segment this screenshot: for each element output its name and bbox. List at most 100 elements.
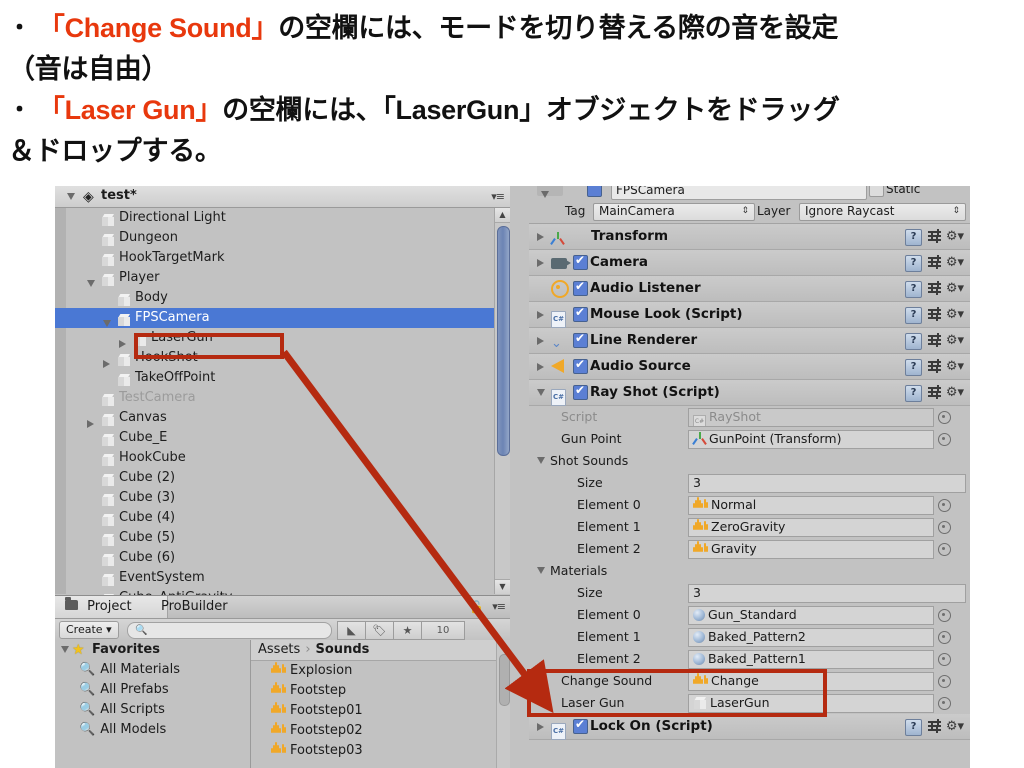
scroll-up-button[interactable]: ▲ [495, 208, 510, 223]
array-foldout-icon[interactable] [537, 457, 545, 464]
scene-foldout-icon[interactable] [67, 193, 75, 200]
filter-by-label-icon[interactable]: 🏷 [366, 621, 394, 640]
array-foldout-icon[interactable] [537, 567, 545, 574]
create-button[interactable]: Create ▾ [59, 621, 119, 639]
scrollbar-thumb[interactable] [497, 226, 510, 456]
object-field-element-2[interactable]: Gravity [688, 540, 934, 559]
layer-dropdown[interactable]: Ignore Raycast ⇕ [799, 203, 966, 221]
gear-icon[interactable]: ⚙▾ [946, 333, 964, 348]
hierarchy-scene-header[interactable]: ◈ test* ▾≡ [55, 186, 510, 208]
component-header-line-renderer[interactable]: ⌄ Line Renderer? ⚙▾ [529, 328, 970, 354]
preset-icon[interactable] [928, 385, 943, 400]
breadcrumb[interactable]: Assets › Sounds [251, 640, 510, 661]
object-picker-icon[interactable] [938, 433, 951, 446]
size-input[interactable]: 3 [688, 584, 966, 603]
foldout-open-icon[interactable] [103, 320, 111, 327]
component-foldout-closed-icon[interactable] [537, 723, 544, 731]
gear-icon[interactable]: ⚙▾ [946, 359, 964, 374]
component-header-audio-source[interactable]: Audio Source? ⚙▾ [529, 354, 970, 380]
component-enabled-checkbox[interactable] [573, 253, 588, 270]
component-enabled-checkbox[interactable] [573, 279, 588, 296]
hierarchy-item-body[interactable]: Body [55, 288, 510, 308]
preset-icon[interactable] [928, 255, 943, 270]
favorite-all-scripts[interactable]: 🔍 All Scripts [55, 700, 250, 720]
component-foldout-closed-icon[interactable] [537, 311, 544, 319]
object-field-script[interactable]: C# RayShot [688, 408, 934, 427]
breadcrumb-root[interactable]: Assets [258, 642, 300, 657]
preset-icon[interactable] [928, 333, 943, 348]
hierarchy-item-lasergun[interactable]: LaserGun [55, 328, 510, 348]
filter-by-type-icon[interactable]: ◣ [337, 621, 366, 640]
foldout-closed-icon[interactable] [119, 340, 126, 348]
help-icon[interactable]: ? [905, 255, 922, 272]
component-enabled-checkbox[interactable] [573, 331, 588, 348]
lock-open-icon[interactable]: 🔓 [469, 600, 484, 614]
object-field-element-2[interactable]: Baked_Pattern1 [688, 650, 934, 669]
foldout-closed-icon[interactable] [87, 420, 94, 428]
object-picker-icon[interactable] [938, 631, 951, 644]
favorite-all-prefabs[interactable]: 🔍 All Prefabs [55, 680, 250, 700]
hierarchy-item-cube-6[interactable]: Cube (6) [55, 548, 510, 568]
hierarchy-item-cube-e[interactable]: Cube_E [55, 428, 510, 448]
preset-icon[interactable] [928, 229, 943, 244]
object-field-element-0[interactable]: Gun_Standard [688, 606, 934, 625]
component-header-mouse-look-script[interactable]: C# Mouse Look (Script)? ⚙▾ [529, 302, 970, 328]
preset-icon[interactable] [928, 307, 943, 322]
object-field-element-1[interactable]: ZeroGravity [688, 518, 934, 537]
preset-icon[interactable] [928, 281, 943, 296]
project-asset-list[interactable]: Assets › Sounds Explosion Footstep Footstep0… [251, 640, 510, 768]
asset-item-explosion[interactable]: Explosion [251, 661, 510, 681]
help-icon[interactable]: ? [905, 307, 922, 324]
hierarchy-item-testcamera[interactable]: TestCamera [55, 388, 510, 408]
component-foldout-closed-icon[interactable] [537, 337, 544, 345]
gear-icon[interactable]: ⚙▾ [946, 255, 964, 270]
component-foldout-closed-icon[interactable] [537, 363, 544, 371]
hierarchy-item-player[interactable]: Player [55, 268, 510, 288]
panel-menu-icon[interactable]: ▾≡ [491, 190, 505, 203]
object-picker-icon[interactable] [938, 521, 951, 534]
component-enabled-checkbox[interactable] [573, 717, 588, 734]
object-picker-icon[interactable] [938, 543, 951, 556]
foldout-closed-icon[interactable] [103, 360, 110, 368]
favorites-foldout-icon[interactable] [61, 646, 69, 653]
component-header-ray-shot-script[interactable]: C# Ray Shot (Script)? ⚙▾ [529, 380, 970, 406]
project-panel-menu-icon[interactable]: ▾≡ [492, 600, 506, 613]
hidden-packages-count[interactable]: 10 [422, 621, 465, 640]
hierarchy-item-canvas[interactable]: Canvas [55, 408, 510, 428]
hierarchy-tree[interactable]: Directional Light Dungeon HookTargetMark Pl… [55, 208, 510, 606]
object-field-laser-gun[interactable]: LaserGun [688, 694, 934, 713]
component-foldout-closed-icon[interactable] [537, 259, 544, 267]
asset-item-footstep01[interactable]: Footstep01 [251, 701, 510, 721]
component-foldout-closed-icon[interactable] [537, 233, 544, 241]
object-picker-icon[interactable] [938, 499, 951, 512]
hierarchy-item-takeoffpoint[interactable]: TakeOffPoint [55, 368, 510, 388]
preset-icon[interactable] [928, 719, 943, 734]
object-picker-icon[interactable] [938, 411, 951, 424]
component-header-audio-listener[interactable]: Audio Listener? ⚙▾ [529, 276, 970, 302]
gear-icon[interactable]: ⚙▾ [946, 307, 964, 322]
help-icon[interactable]: ? [905, 229, 922, 246]
hierarchy-item-cube-2[interactable]: Cube (2) [55, 468, 510, 488]
asset-scrollbar-thumb[interactable] [499, 654, 510, 706]
search-input[interactable]: 🔍 [127, 622, 332, 639]
project-favorites-tree[interactable]: ★ Favorites 🔍 All Materials 🔍 All Prefabs 🔍 A… [55, 640, 251, 768]
foldout-open-icon[interactable] [87, 280, 95, 287]
hierarchy-item-cube-5[interactable]: Cube (5) [55, 528, 510, 548]
gear-icon[interactable]: ⚙▾ [946, 719, 964, 734]
help-icon[interactable]: ? [905, 359, 922, 376]
hierarchy-item-eventsystem[interactable]: EventSystem [55, 568, 510, 588]
tab-probuilder[interactable]: ProBuilder [151, 596, 238, 618]
active-checkbox[interactable] [587, 186, 602, 197]
hierarchy-item-hookcube[interactable]: HookCube [55, 448, 510, 468]
component-enabled-checkbox[interactable] [573, 383, 588, 400]
component-foldout-open-icon[interactable] [537, 389, 545, 396]
help-icon[interactable]: ? [905, 385, 922, 402]
asset-list-scrollbar[interactable] [496, 640, 510, 768]
help-icon[interactable]: ? [905, 333, 922, 350]
hierarchy-item-hookshot[interactable]: HookShot [55, 348, 510, 368]
object-picker-icon[interactable] [938, 609, 951, 622]
object-field-change-sound[interactable]: Change [688, 672, 934, 691]
gear-icon[interactable]: ⚙▾ [946, 281, 964, 296]
asset-item-footstep[interactable]: Footstep [251, 681, 510, 701]
hierarchy-scrollbar[interactable]: ▲ ▼ [494, 208, 510, 594]
